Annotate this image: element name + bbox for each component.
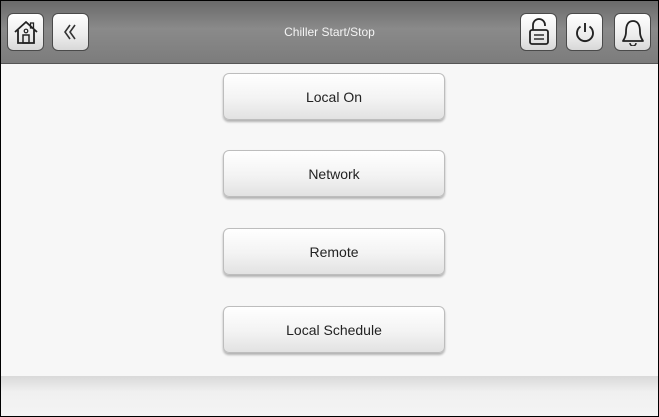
screen: Chiller Start/Stop Local On Network Remo… (0, 0, 659, 417)
footer-bar (1, 376, 658, 416)
power-icon (573, 20, 597, 44)
power-button[interactable] (566, 13, 603, 51)
header-bar: Chiller Start/Stop (1, 1, 658, 64)
button-label: Remote (309, 243, 359, 260)
padlock-icon (527, 18, 551, 46)
button-label: Network (308, 165, 360, 182)
local-on-button[interactable]: Local On (223, 73, 445, 120)
back-chevron-icon (60, 21, 82, 43)
button-label: Local On (305, 88, 363, 105)
home-button[interactable] (7, 13, 44, 51)
back-button[interactable] (52, 13, 89, 51)
button-label: Local Schedule (286, 321, 382, 338)
remote-button[interactable]: Remote (223, 228, 445, 275)
alarm-button[interactable] (614, 13, 651, 51)
bell-icon (620, 18, 646, 46)
local-schedule-button[interactable]: Local Schedule (223, 306, 445, 353)
page-title: Chiller Start/Stop (284, 25, 375, 39)
lock-button[interactable] (520, 13, 557, 51)
start-stop-options: Local On Network Remote Local Schedule (1, 64, 658, 376)
home-icon (13, 19, 39, 45)
network-button[interactable]: Network (223, 150, 445, 197)
